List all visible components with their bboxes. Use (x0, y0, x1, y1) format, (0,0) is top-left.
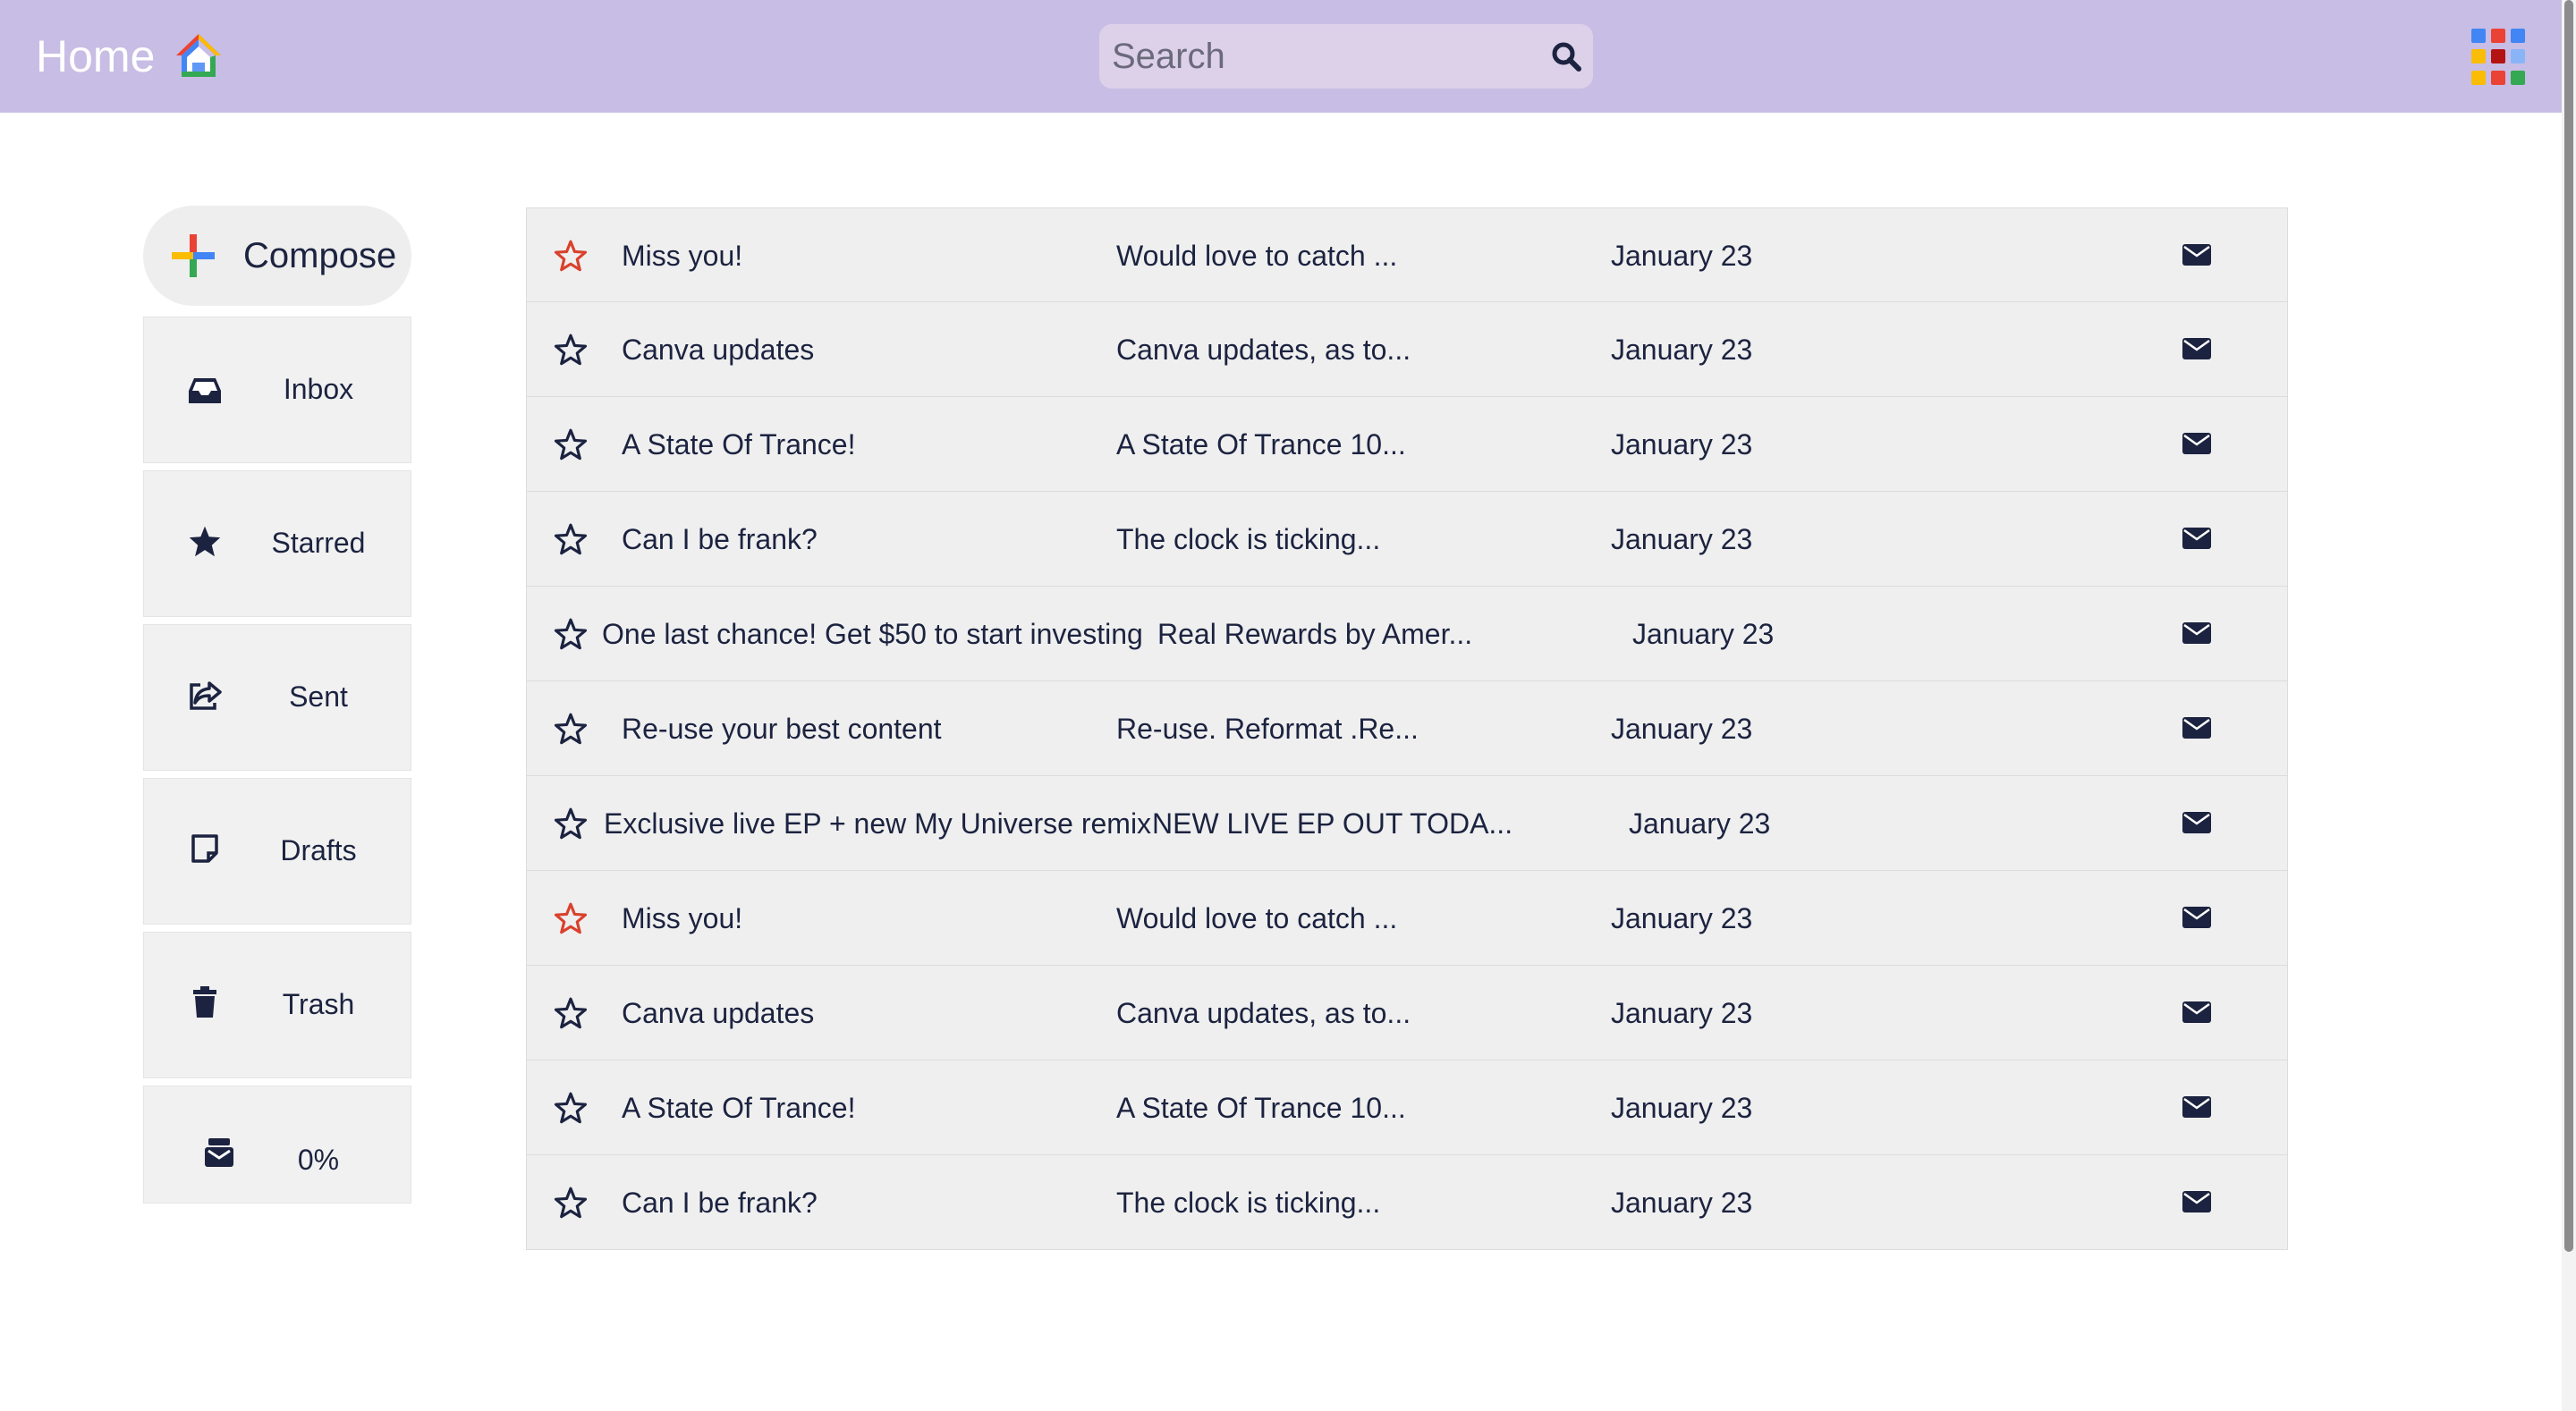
email-snippet: Canva updates, as to... (1116, 997, 1411, 1029)
email-snippet: The clock is ticking... (1116, 1187, 1381, 1219)
email-list: Miss you! Would love to catch ... January … (526, 207, 2288, 1250)
email-sender: Miss you! (622, 902, 743, 934)
note-icon (185, 829, 225, 868)
email-row[interactable]: Exclusive live EP + new My Universe remi… (526, 776, 2288, 871)
scrollbar[interactable] (2562, 0, 2576, 1411)
email-date: January 23 (1611, 1187, 1753, 1219)
star-icon[interactable] (554, 712, 588, 746)
share-icon (185, 675, 225, 714)
sidebar-item-starred[interactable]: Starred (143, 470, 411, 617)
star-icon[interactable] (554, 427, 588, 461)
email-date: January 23 (1611, 713, 1753, 745)
envelope-icon[interactable] (2182, 905, 2212, 930)
sidebar-item-label: Trash (282, 988, 355, 1020)
email-date: January 23 (1611, 240, 1753, 272)
envelope-icon[interactable] (2182, 242, 2212, 267)
email-date: January 23 (1632, 618, 1775, 650)
email-snippet: NEW LIVE EP OUT TODA... (1152, 807, 1513, 840)
envelope-icon[interactable] (2182, 1000, 2212, 1025)
envelope-icon[interactable] (2182, 1094, 2212, 1120)
email-row[interactable]: A State Of Trance! A State Of Trance 10..… (526, 1060, 2288, 1155)
email-date: January 23 (1611, 997, 1753, 1029)
email-snippet: A State Of Trance 10... (1116, 428, 1406, 460)
star-icon[interactable] (554, 807, 588, 841)
email-date: January 23 (1629, 807, 1771, 840)
email-snippet: Would love to catch ... (1116, 902, 1398, 934)
email-snippet: Canva updates, as to... (1116, 334, 1411, 366)
email-sender: Miss you! (622, 240, 743, 272)
email-date: January 23 (1611, 334, 1753, 366)
plus-icon (172, 234, 215, 277)
email-snippet: Re-use. Reformat .Re... (1116, 713, 1419, 745)
email-snippet: A State Of Trance 10... (1116, 1092, 1406, 1124)
sidebar-item-label: Starred (271, 527, 366, 559)
email-sender: Canva updates (622, 334, 815, 366)
search-input[interactable] (1112, 30, 1532, 83)
email-row[interactable]: Re-use your best content Re-use. Reformat… (526, 681, 2288, 776)
email-snippet: The clock is ticking... (1116, 523, 1381, 555)
mail-bulk-icon (199, 1133, 239, 1172)
email-sender: Exclusive live EP + new My Universe remi… (604, 807, 1152, 840)
envelope-icon[interactable] (2182, 431, 2212, 456)
email-row[interactable]: Miss you! Would love to catch ... January … (526, 871, 2288, 966)
star-icon (185, 521, 225, 561)
sidebar-item-progress[interactable]: 0% (143, 1086, 411, 1204)
email-row[interactable]: Can I be frank? The clock is ticking... Ja… (526, 492, 2288, 587)
sidebar-item-label: Inbox (283, 373, 354, 405)
star-icon[interactable] (554, 1186, 588, 1220)
trash-icon (185, 983, 225, 1022)
search-bar (1099, 24, 1593, 89)
star-icon[interactable] (554, 1091, 588, 1125)
sidebar-item-label: 0% (297, 1144, 340, 1176)
email-row[interactable]: Canva updates Canva updates, as to... Janu… (526, 302, 2288, 397)
envelope-icon[interactable] (2182, 715, 2212, 740)
email-sender: A State Of Trance! (622, 428, 856, 460)
star-icon[interactable] (554, 333, 588, 367)
email-row[interactable]: Canva updates Canva updates, as to... Janu… (526, 966, 2288, 1060)
top-header: Home (0, 0, 2562, 113)
envelope-icon[interactable] (2182, 1189, 2212, 1214)
email-snippet: Would love to catch ... (1116, 240, 1398, 272)
brand-title[interactable]: Home (36, 30, 155, 82)
email-sender: One last chance! Get $50 to start invest… (602, 618, 1143, 650)
sidebar-item-drafts[interactable]: Drafts (143, 778, 411, 925)
star-icon[interactable] (554, 617, 588, 651)
email-sender: Canva updates (622, 997, 815, 1029)
email-row[interactable]: One last chance! Get $50 to start invest… (526, 587, 2288, 681)
star-icon[interactable] (554, 522, 588, 556)
email-date: January 23 (1611, 902, 1753, 934)
envelope-icon[interactable] (2182, 810, 2212, 835)
email-date: January 23 (1611, 1092, 1753, 1124)
sidebar-item-label: Sent (289, 680, 348, 713)
email-row[interactable]: Can I be frank? The clock is ticking... Ja… (526, 1155, 2288, 1250)
email-snippet: Real Rewards by Amer... (1157, 618, 1473, 650)
inbox-icon (185, 371, 225, 410)
compose-button[interactable]: Compose (143, 206, 411, 306)
apps-grid-icon[interactable] (2471, 29, 2529, 86)
home-logo-icon (176, 34, 222, 77)
star-icon[interactable] (554, 239, 588, 273)
brand[interactable]: Home (36, 27, 225, 86)
envelope-icon[interactable] (2182, 621, 2212, 646)
scrollbar-thumb[interactable] (2564, 0, 2573, 1252)
email-date: January 23 (1611, 523, 1753, 555)
sidebar-item-trash[interactable]: Trash (143, 932, 411, 1078)
sidebar-item-inbox[interactable]: Inbox (143, 317, 411, 463)
email-sender: Re-use your best content (622, 713, 942, 745)
email-sender: Can I be frank? (622, 1187, 818, 1219)
envelope-icon[interactable] (2182, 336, 2212, 361)
sidebar-item-label: Drafts (280, 834, 357, 866)
star-icon[interactable] (554, 996, 588, 1030)
compose-label: Compose (243, 236, 397, 275)
star-icon[interactable] (554, 901, 588, 935)
email-sender: Can I be frank? (622, 523, 818, 555)
email-row[interactable]: A State Of Trance! A State Of Trance 10..… (526, 397, 2288, 492)
email-date: January 23 (1611, 428, 1753, 460)
search-button[interactable] (1545, 35, 1588, 78)
sidebar-item-sent[interactable]: Sent (143, 624, 411, 771)
email-sender: A State Of Trance! (622, 1092, 856, 1124)
search-icon (1552, 42, 1581, 72)
email-row[interactable]: Miss you! Would love to catch ... January … (526, 207, 2288, 302)
envelope-icon[interactable] (2182, 526, 2212, 551)
